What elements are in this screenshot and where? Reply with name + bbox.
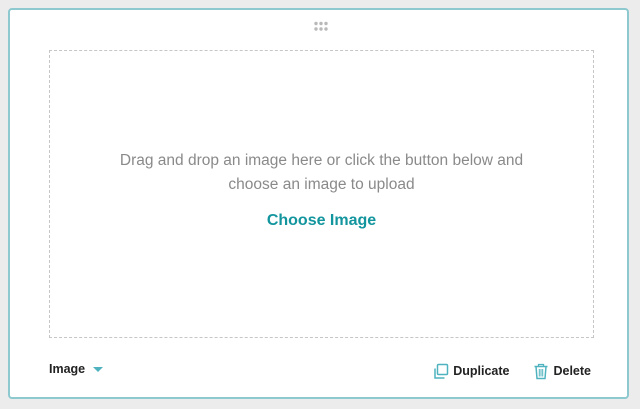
delete-button[interactable]: Delete bbox=[533, 363, 591, 380]
dropzone-hint-line2: choose an image to upload bbox=[228, 176, 415, 193]
block-type-label: Image bbox=[49, 362, 86, 376]
dropzone-hint: Drag and drop an image here or click the… bbox=[50, 149, 593, 197]
dropzone-hint-line1: Drag and drop an image here or click the… bbox=[119, 152, 524, 169]
drag-handle-icon[interactable] bbox=[313, 19, 329, 31]
duplicate-icon bbox=[433, 363, 449, 380]
block-footer: Image Duplicate Delete bbox=[49, 360, 591, 382]
duplicate-button[interactable]: Duplicate bbox=[433, 363, 509, 380]
caret-down-icon bbox=[93, 366, 104, 372]
duplicate-label: Duplicate bbox=[453, 364, 510, 378]
delete-label: Delete bbox=[553, 364, 591, 378]
image-dropzone[interactable]: Drag and drop an image here or click the… bbox=[49, 50, 594, 338]
image-block-card: Drag and drop an image here or click the… bbox=[8, 8, 629, 399]
trash-icon bbox=[533, 363, 549, 380]
block-actions: Duplicate Delete bbox=[433, 360, 591, 382]
block-type-dropdown[interactable]: Image bbox=[49, 362, 104, 376]
choose-image-button[interactable]: Choose Image bbox=[50, 211, 593, 231]
